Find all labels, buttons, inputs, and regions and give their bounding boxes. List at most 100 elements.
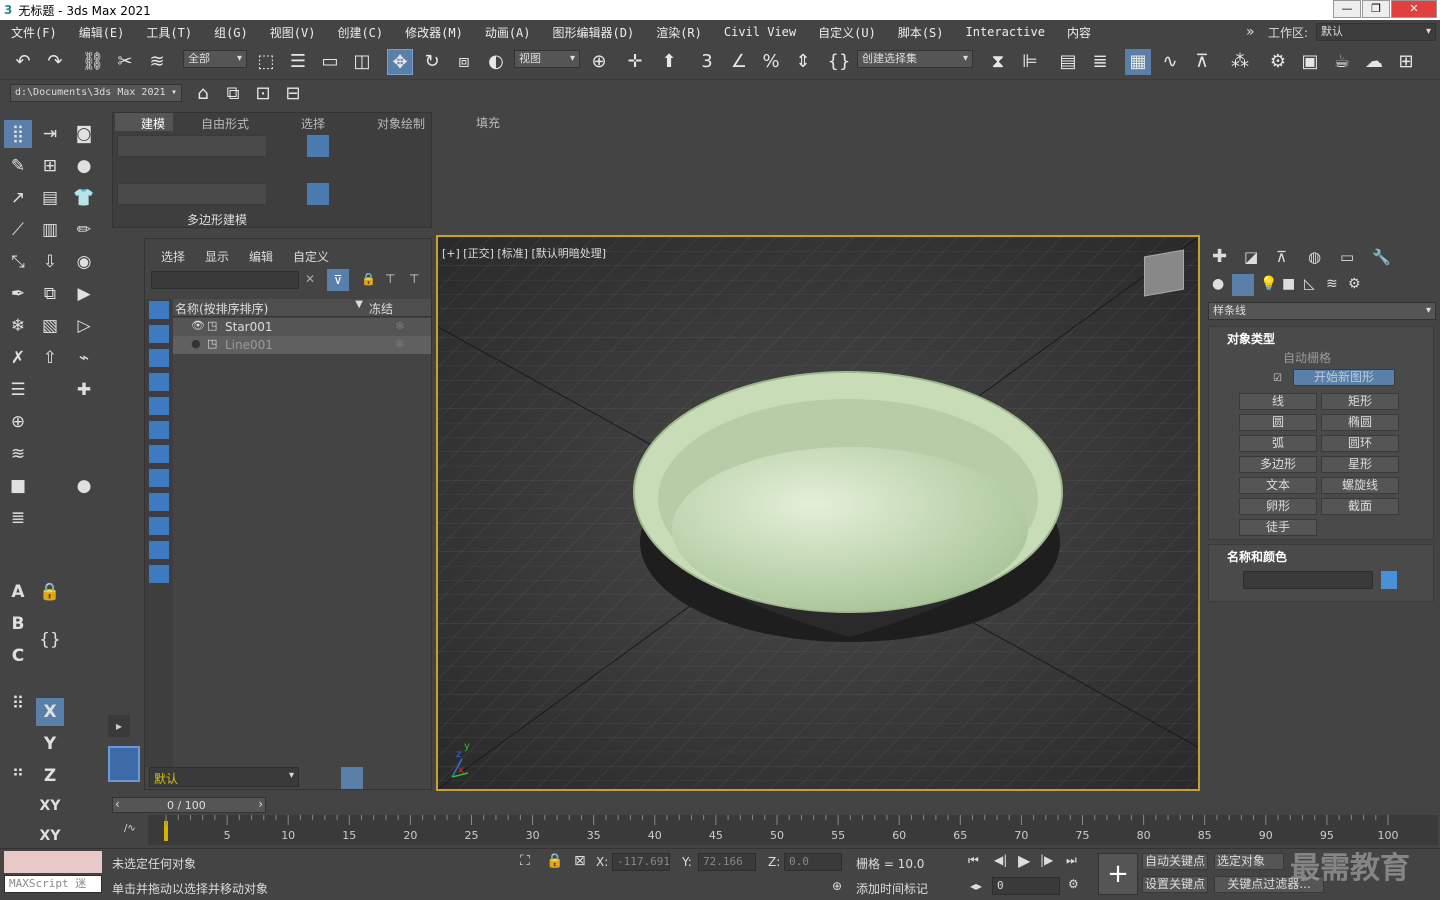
create-project-icon[interactable]: ⊡: [250, 81, 276, 107]
goto-end-icon[interactable]: ⏭: [1066, 853, 1077, 868]
select-by-name-icon[interactable]: ☰: [285, 49, 311, 75]
snaps-toggle-icon[interactable]: 3: [694, 49, 720, 75]
move-snap-icon[interactable]: ↗: [4, 184, 32, 212]
scene-tab-select[interactable]: 选择: [161, 248, 185, 265]
filter-space-warps-icon[interactable]: [149, 421, 169, 439]
line-button[interactable]: 线: [1239, 393, 1317, 410]
ribbon-tab-freeform[interactable]: 自由形式: [201, 115, 249, 132]
set-project-folder-icon[interactable]: ⌂: [190, 81, 216, 107]
set-key-big-icon[interactable]: +: [1098, 853, 1138, 895]
filter-frozen-icon[interactable]: [149, 541, 169, 559]
render-setup-icon[interactable]: ⚙: [1265, 49, 1291, 75]
auto-grid-checkbox-label[interactable]: 自动栅格: [1283, 349, 1331, 366]
maxscript-listener-top[interactable]: [4, 851, 102, 873]
shape-type-dropdown[interactable]: 样条线: [1208, 302, 1436, 320]
object-color-swatch[interactable]: [1381, 571, 1397, 589]
xref-icon[interactable]: ✗: [4, 344, 32, 372]
rendered-frame-window-icon[interactable]: ▣: [1297, 49, 1323, 75]
close-button[interactable]: ✕: [1391, 0, 1437, 18]
menu-customize[interactable]: 自定义(U): [807, 24, 887, 41]
list-icon[interactable]: ☰: [4, 376, 32, 404]
ribbon-blue-tool-1[interactable]: [307, 135, 329, 157]
explorer-panel-toggle[interactable]: [108, 746, 140, 782]
filter-lights-icon[interactable]: [149, 349, 169, 367]
freeze-snowflake-icon[interactable]: ❄: [395, 337, 405, 351]
ribbon-blue-tool-2[interactable]: [307, 183, 329, 205]
angle-snap-icon[interactable]: ∠: [726, 49, 752, 75]
scene-tab-display[interactable]: 显示: [205, 248, 229, 265]
select-object-icon[interactable]: ⬚: [253, 49, 279, 75]
prev-key-icon[interactable]: ◀|: [994, 853, 1007, 867]
schematic-view-icon[interactable]: ⊼: [1189, 49, 1215, 75]
axis-x-icon[interactable]: X: [36, 698, 64, 726]
paint-select-icon[interactable]: ⟋: [4, 216, 32, 244]
filter-icon[interactable]: ⊽: [327, 269, 349, 291]
menu-group[interactable]: 组(G): [203, 24, 259, 41]
current-frame-field[interactable]: 0: [992, 877, 1060, 895]
minimize-button[interactable]: —: [1333, 0, 1361, 18]
visibility-eye-icon[interactable]: 👁: [191, 319, 205, 332]
filter-bones-icon[interactable]: [149, 493, 169, 511]
curve-editor-icon[interactable]: ∿: [1157, 49, 1183, 75]
axis-constraints-icon[interactable]: ⠿: [4, 690, 32, 718]
freeze-icon[interactable]: ❄: [4, 312, 32, 340]
start-new-shape-checkbox[interactable]: ☑: [1273, 373, 1282, 384]
export-icon[interactable]: ⇧: [36, 344, 64, 372]
menu-tools[interactable]: 工具(T): [135, 24, 203, 41]
menu-edit[interactable]: 编辑(E): [68, 24, 136, 41]
layer-icon[interactable]: ▤: [36, 184, 64, 212]
circle-button[interactable]: 圆: [1239, 414, 1317, 431]
ribbon-group-label[interactable]: 多边形建模: [187, 211, 247, 228]
freehand-button[interactable]: 徒手: [1239, 519, 1317, 536]
viewcube[interactable]: [1144, 249, 1184, 297]
viewport-layout-icon[interactable]: ◙: [70, 120, 98, 148]
scale-snap-icon[interactable]: ⤡: [4, 248, 32, 276]
key-mode-icon[interactable]: ◂▸: [970, 879, 982, 893]
select-manipulate-icon[interactable]: ✛: [622, 49, 648, 75]
align-icon[interactable]: ⊫: [1017, 49, 1043, 75]
z-coordinate-field[interactable]: 0.0: [784, 853, 842, 871]
ngon-button[interactable]: 多边形: [1239, 456, 1317, 473]
selection-filter-dropdown[interactable]: 全部: [183, 50, 247, 68]
layers-stack-icon[interactable]: ≣: [4, 504, 32, 532]
lock-explorer-icon[interactable]: 🔒: [361, 272, 376, 286]
lights-category-icon[interactable]: 💡: [1260, 276, 1277, 292]
helpers-category-icon[interactable]: ◺: [1304, 276, 1315, 292]
helix-button[interactable]: 螺旋线: [1321, 477, 1399, 494]
select-and-rotate-icon[interactable]: ↻: [419, 49, 445, 75]
layer-explorer-toggle-icon[interactable]: [341, 767, 363, 789]
letter-c-icon[interactable]: C: [4, 642, 32, 670]
letter-a-icon[interactable]: A: [4, 578, 32, 606]
add-time-tag[interactable]: 添加时间标记: [856, 880, 928, 897]
insert-icon[interactable]: ⇥: [36, 120, 64, 148]
rectangle-button[interactable]: 矩形: [1321, 393, 1399, 410]
ribbon-tab-object-paint[interactable]: 对象绘制: [377, 115, 425, 132]
object-name-input[interactable]: [1243, 571, 1373, 589]
play-icon[interactable]: ▶: [1018, 851, 1030, 870]
menu-view[interactable]: 视图(V): [259, 24, 327, 41]
sphere-icon[interactable]: ◉: [70, 248, 98, 276]
cloth-icon[interactable]: 👕: [70, 184, 98, 212]
egg-button[interactable]: 卵形: [1239, 498, 1317, 515]
ribbon-tab-selection[interactable]: 选择: [301, 115, 325, 132]
menu-content[interactable]: 内容: [1056, 24, 1102, 41]
systems-category-icon[interactable]: ⚙: [1348, 276, 1361, 292]
render-production-icon[interactable]: ☕: [1329, 49, 1355, 75]
x-coordinate-field[interactable]: -117.691: [612, 853, 670, 871]
add-layer-icon[interactable]: ⊕: [4, 408, 32, 436]
toggle-ribbon-icon[interactable]: ▦: [1125, 49, 1151, 75]
donut-button[interactable]: 圆环: [1321, 435, 1399, 452]
object-type-title[interactable]: 对象类型: [1227, 330, 1275, 347]
axis-z-icon[interactable]: Z: [36, 762, 64, 790]
hierarchy-expand-icon[interactable]: ⊤: [409, 272, 419, 286]
star-button[interactable]: 星形: [1321, 456, 1399, 473]
ribbon-tab-populate[interactable]: 填充: [476, 114, 500, 131]
selected-object-dropdown[interactable]: 选定对象: [1214, 853, 1284, 870]
link-icon[interactable]: ⛓: [80, 49, 106, 75]
unlink-icon[interactable]: ✂: [112, 49, 138, 75]
menu-file[interactable]: 文件(F): [0, 24, 68, 41]
display-tab-icon[interactable]: ▭: [1340, 248, 1354, 266]
utilities-tab-icon[interactable]: 🔧: [1372, 248, 1391, 266]
maxscript-input[interactable]: MAXScript 迷: [4, 875, 102, 893]
scene-row-star001[interactable]: 👁 ◳ Star001 ❄: [173, 318, 431, 336]
